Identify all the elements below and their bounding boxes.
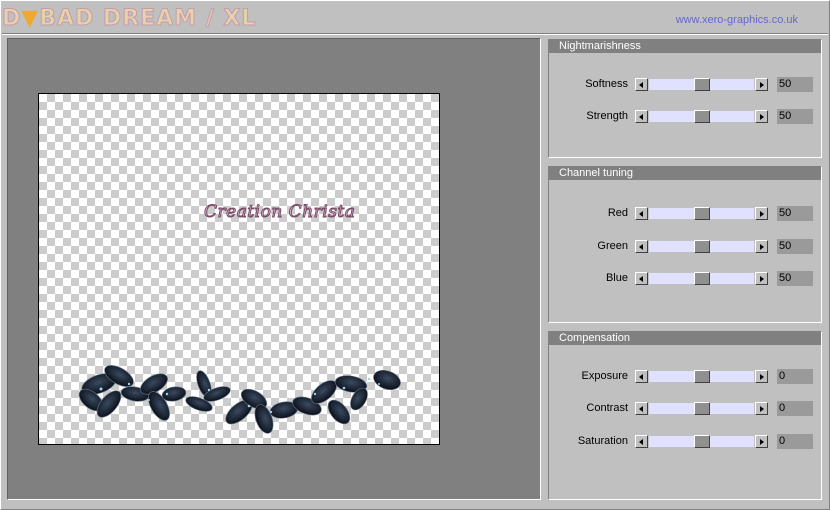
contrast-label: Contrast xyxy=(586,402,628,414)
panel-header: Nightmarishness xyxy=(549,40,821,53)
softness-slider[interactable] xyxy=(635,78,769,92)
logo-prefix: D xyxy=(1,6,22,32)
title-separator xyxy=(2,33,828,35)
panel-channel-tuning: Channel tuning Red 50 Green 50 Blue 50 xyxy=(548,166,822,323)
logo-triangle-icon: ▼ xyxy=(21,6,40,31)
contrast-slider[interactable] xyxy=(635,402,769,416)
arrow-right-icon[interactable] xyxy=(755,402,768,415)
arrow-left-icon[interactable] xyxy=(635,78,648,91)
softness-value[interactable]: 50 xyxy=(777,77,813,92)
slider-thumb[interactable] xyxy=(693,402,710,415)
panel-nightmarishness: Nightmarishness Softness 50 Strength 50 xyxy=(548,39,822,158)
saturation-label: Saturation xyxy=(577,435,628,447)
slider-thumb[interactable] xyxy=(693,370,710,383)
saturation-value[interactable]: 0 xyxy=(777,434,813,449)
arrow-left-icon[interactable] xyxy=(635,240,648,253)
exposure-value[interactable]: 0 xyxy=(777,369,813,384)
contrast-value[interactable]: 0 xyxy=(777,401,813,416)
blue-label: Blue xyxy=(605,272,628,284)
red-slider-row: Red 50 xyxy=(549,206,821,222)
exposure-label: Exposure xyxy=(581,370,628,382)
panel-compensation: Compensation Exposure 0 Contrast 0 Satur… xyxy=(548,331,822,500)
arrow-left-icon[interactable] xyxy=(635,207,648,220)
arrow-left-icon[interactable] xyxy=(635,402,648,415)
strength-slider[interactable] xyxy=(635,110,769,124)
green-value[interactable]: 50 xyxy=(777,239,813,254)
softness-slider-row: Softness 50 xyxy=(549,77,821,93)
slider-thumb[interactable] xyxy=(693,272,710,285)
green-slider-row: Green 50 xyxy=(549,239,821,255)
blue-value[interactable]: 50 xyxy=(777,271,813,286)
slider-thumb[interactable] xyxy=(693,240,710,253)
website-link[interactable]: www.xero-graphics.co.uk xyxy=(676,14,798,26)
arrow-right-icon[interactable] xyxy=(755,370,768,383)
arrow-left-icon[interactable] xyxy=(635,110,648,123)
flower-garland-image xyxy=(78,365,401,434)
slider-thumb[interactable] xyxy=(693,435,710,448)
blue-slider-row: Blue 50 xyxy=(549,271,821,287)
red-label: Red xyxy=(607,207,628,219)
arrow-right-icon[interactable] xyxy=(755,110,768,123)
title-bar: D▼BAD DREAM / XL www.xero-graphics.co.uk xyxy=(1,2,828,34)
blue-slider[interactable] xyxy=(635,272,769,286)
plugin-logo: D▼BAD DREAM / XL xyxy=(1,6,257,32)
contrast-slider-row: Contrast 0 xyxy=(549,401,821,417)
logo-text: BAD DREAM / XL xyxy=(39,6,257,32)
arrow-left-icon[interactable] xyxy=(635,435,648,448)
slider-thumb[interactable] xyxy=(693,110,710,123)
green-label: Green xyxy=(597,240,628,252)
arrow-right-icon[interactable] xyxy=(755,272,768,285)
arrow-left-icon[interactable] xyxy=(635,370,648,383)
arrow-right-icon[interactable] xyxy=(755,207,768,220)
softness-label: Softness xyxy=(585,78,628,90)
saturation-slider-row: Saturation 0 xyxy=(549,434,821,450)
preview-canvas[interactable]: Creation Christa xyxy=(38,93,440,445)
strength-value[interactable]: 50 xyxy=(777,109,813,124)
red-slider[interactable] xyxy=(635,207,769,221)
arrow-right-icon[interactable] xyxy=(755,240,768,253)
arrow-left-icon[interactable] xyxy=(635,272,648,285)
slider-thumb[interactable] xyxy=(693,207,710,220)
red-value[interactable]: 50 xyxy=(777,206,813,221)
arrow-right-icon[interactable] xyxy=(755,435,768,448)
exposure-slider[interactable] xyxy=(635,370,769,384)
panel-header: Channel tuning xyxy=(549,167,821,180)
saturation-slider[interactable] xyxy=(635,435,769,449)
preview-area[interactable]: Creation Christa xyxy=(7,38,541,500)
panel-header: Compensation xyxy=(549,332,821,345)
arrow-right-icon[interactable] xyxy=(755,78,768,91)
strength-slider-row: Strength 50 xyxy=(549,109,821,125)
slider-thumb[interactable] xyxy=(693,78,710,91)
exposure-slider-row: Exposure 0 xyxy=(549,369,821,385)
green-slider[interactable] xyxy=(635,240,769,254)
strength-label: Strength xyxy=(586,110,628,122)
